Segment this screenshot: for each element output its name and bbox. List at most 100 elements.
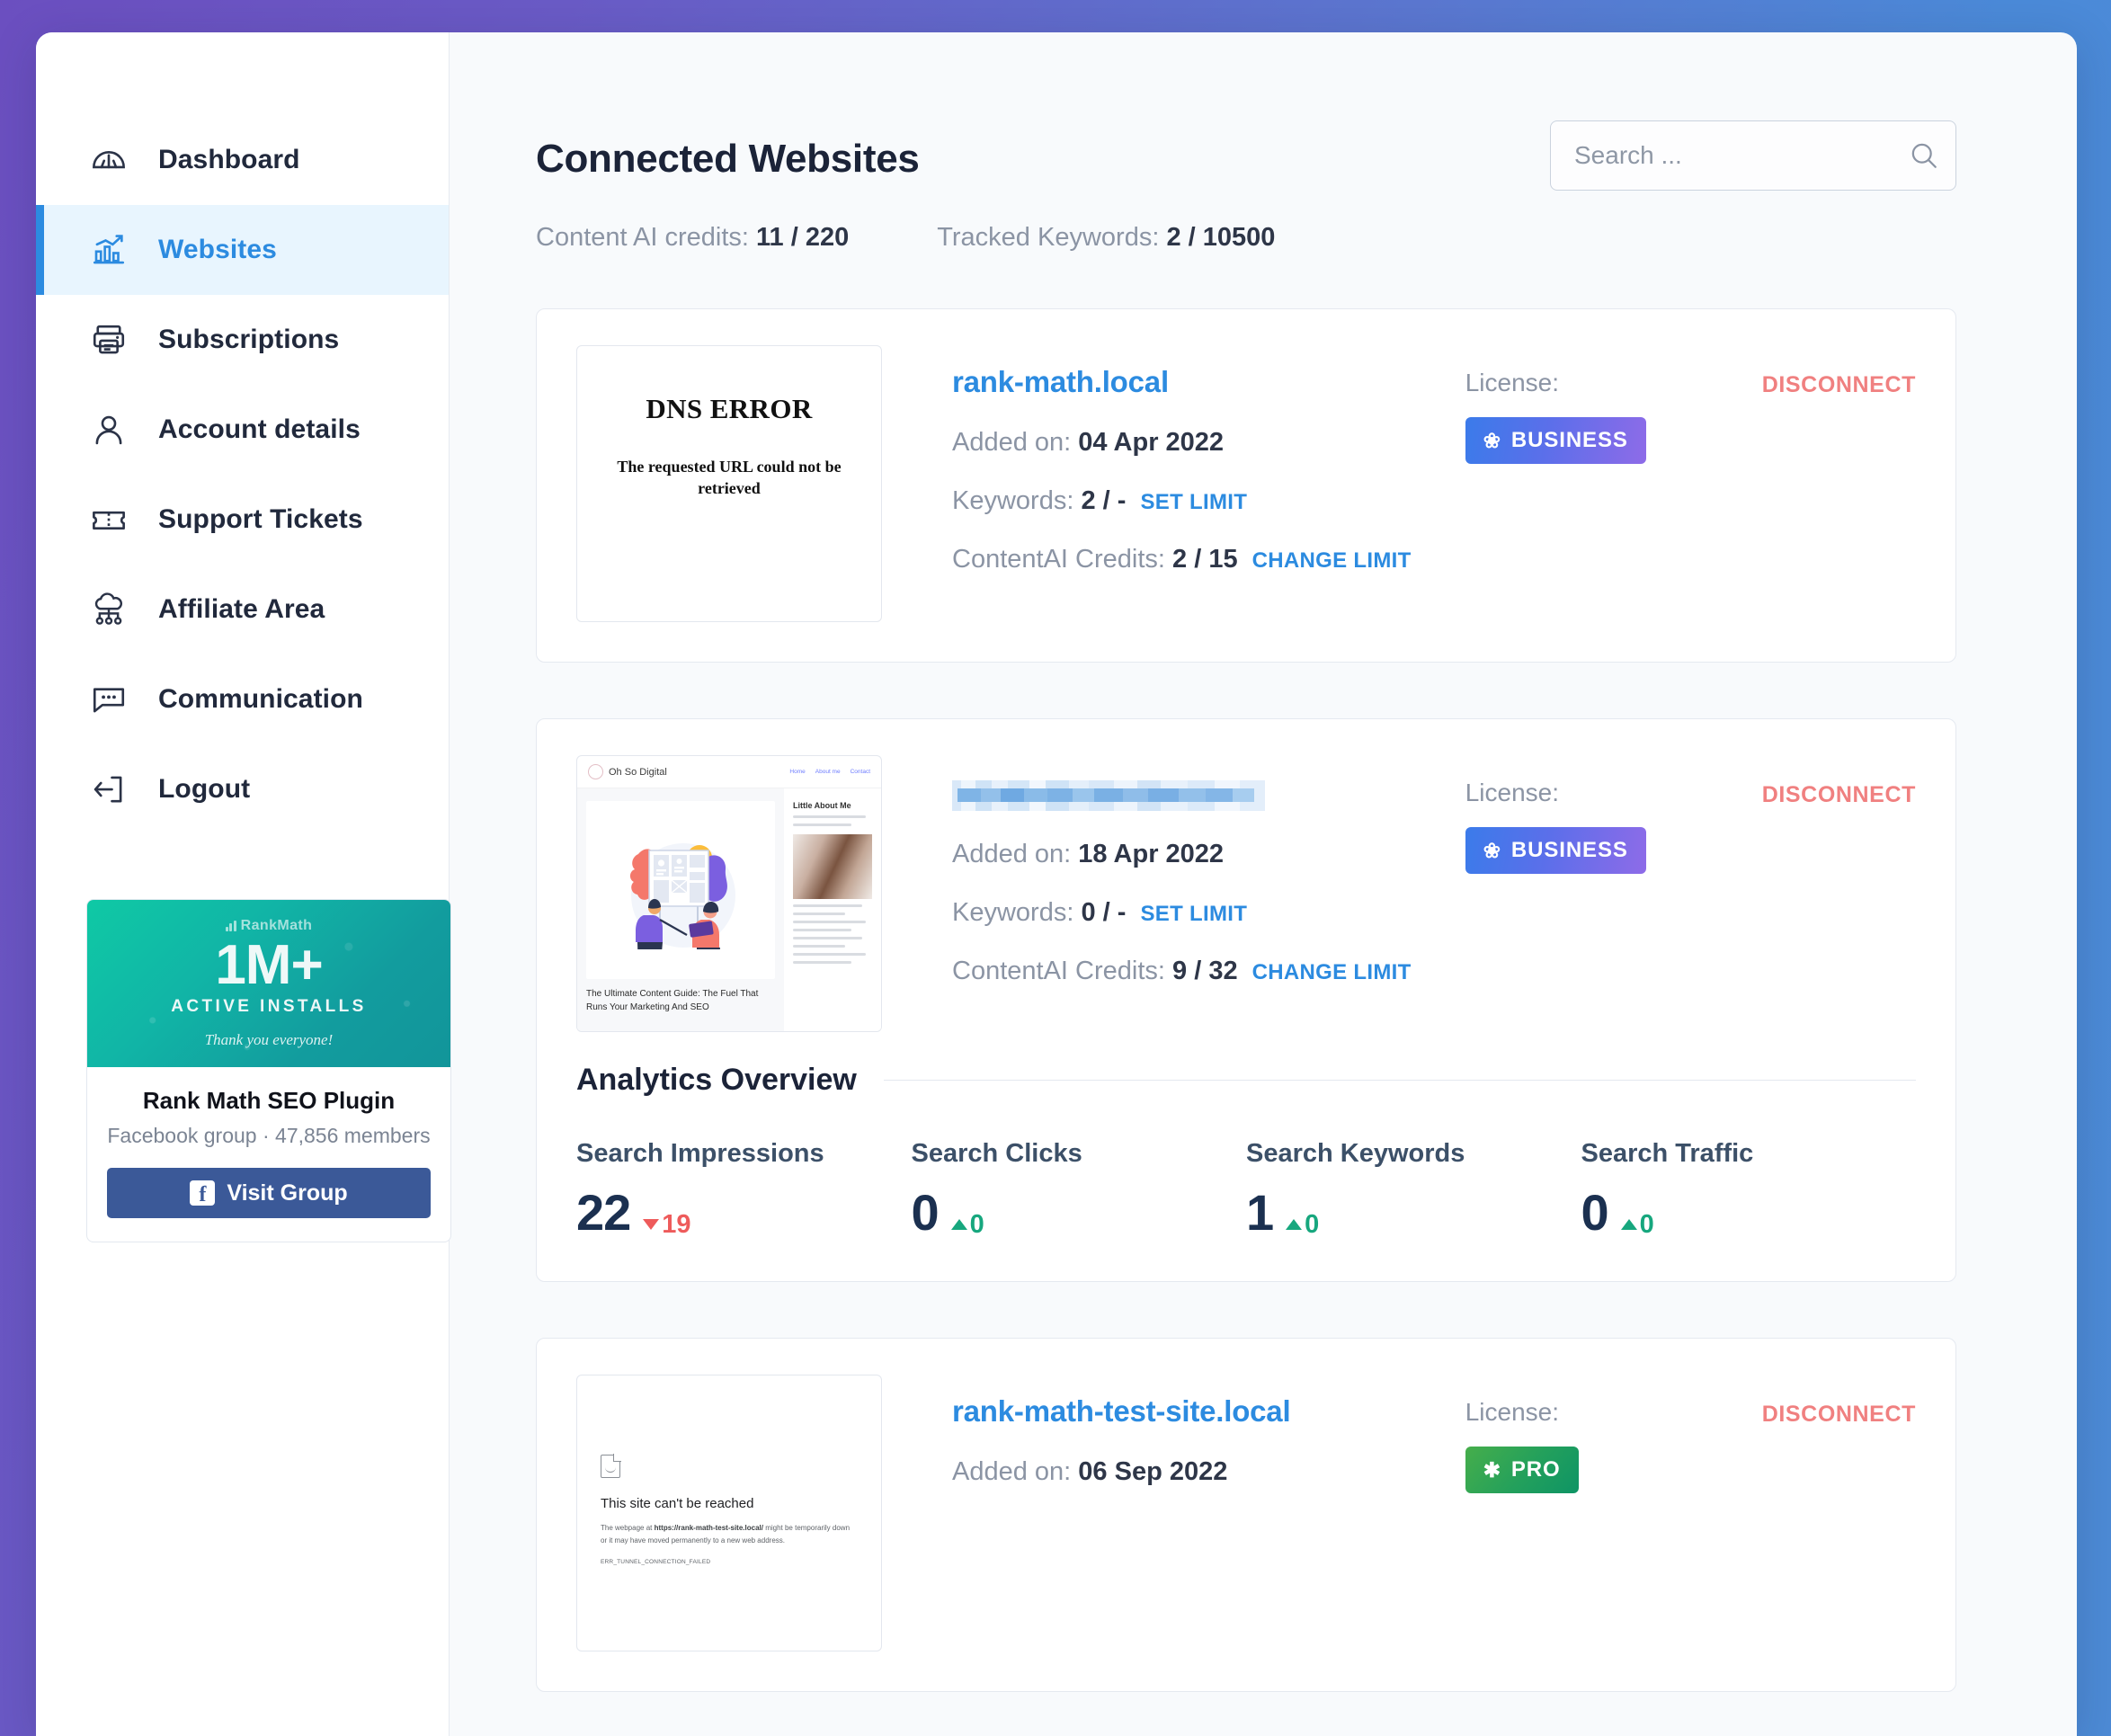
website-info: Added on: 18 Apr 2022 Keywords: 0 / - SE… <box>882 755 1465 986</box>
added-on-row: Added on: 04 Apr 2022 <box>952 428 1465 458</box>
keywords-value: 0 / - <box>1081 898 1127 927</box>
sidebar-item-subscriptions[interactable]: Subscriptions <box>36 295 449 385</box>
gauge-icon <box>90 141 128 179</box>
license-label: License: <box>1465 369 1559 396</box>
disconnect-button[interactable]: DISCONNECT <box>1762 755 1916 808</box>
thumbnail-text-line <box>793 937 863 939</box>
website-card-row: DNS ERROR The requested URL could not be… <box>576 345 1916 622</box>
search-icon[interactable] <box>1908 139 1940 172</box>
change-limit-link[interactable]: CHANGE LIMIT <box>1252 548 1412 573</box>
license-badge[interactable]: ❀ BUSINESS <box>1465 417 1646 464</box>
app-window: Dashboard Websites Subscriptions Account… <box>36 32 2077 1736</box>
website-info: rank-math-test-site.local Added on: 06 S… <box>882 1375 1465 1487</box>
license-badge-label: PRO <box>1510 1457 1561 1482</box>
thumbnail-text-line <box>793 921 866 923</box>
sidebar-item-account-details[interactable]: Account details <box>36 385 449 475</box>
stat-value: 1 <box>1246 1184 1274 1241</box>
stat-search-clicks: Search Clicks 0 0 <box>912 1139 1247 1242</box>
thumbnail-error-message: The requested URL could not be retrieved <box>617 458 842 498</box>
license-column: License: ❀ BUSINESS <box>1465 345 1762 464</box>
disconnect-button[interactable]: DISCONNECT <box>1762 345 1916 398</box>
website-card: This site can't be reached The webpage a… <box>536 1338 1956 1692</box>
triangle-up-icon <box>950 1219 967 1230</box>
license-label: License: <box>1465 779 1559 806</box>
stat-label: Search Traffic <box>1581 1139 1754 1168</box>
thumbnail-text-line <box>793 929 852 931</box>
stat-delta: 0 <box>1620 1210 1654 1240</box>
contentai-value: 2 / 15 <box>1172 545 1238 574</box>
stat-search-keywords: Search Keywords 1 0 <box>1246 1139 1581 1242</box>
sidebar: Dashboard Websites Subscriptions Account… <box>36 32 451 1736</box>
sidebar-item-label: Websites <box>158 235 277 264</box>
added-on-value: 04 Apr 2022 <box>1078 428 1225 457</box>
sidebar-item-communication[interactable]: Communication <box>36 654 449 744</box>
stat-value: 0 <box>911 1184 940 1241</box>
thumbnail-text-line <box>793 815 866 818</box>
rankmath-logo: RankMath <box>225 918 313 934</box>
sidebar-item-websites[interactable]: Websites <box>36 205 449 295</box>
network-cloud-icon <box>90 591 128 628</box>
stat-delta-value: 0 <box>969 1209 984 1239</box>
added-on-row: Added on: 06 Sep 2022 <box>952 1457 1465 1487</box>
license-badge-label: BUSINESS <box>1510 428 1628 452</box>
promo-title: Rank Math SEO Plugin <box>142 1087 396 1114</box>
search-box[interactable] <box>1550 120 1956 191</box>
rankmath-logo-mark <box>225 921 236 932</box>
thumbnail-sidebar: Little About Me <box>784 788 881 1031</box>
analytics-title: Analytics Overview <box>576 1063 857 1097</box>
thumbnail-aside-title: Little About Me <box>793 801 851 810</box>
website-card: DNS ERROR The requested URL could not be… <box>536 308 1956 663</box>
website-thumbnail[interactable]: This site can't be reached The webpage a… <box>576 1375 882 1651</box>
stat-value-row: 1 0 <box>1246 1183 1581 1242</box>
website-thumbnail[interactable]: Oh So Digital Home About me Contact The … <box>576 755 882 1032</box>
sidebar-item-label: Affiliate Area <box>158 594 325 624</box>
thumbnail-text-line <box>793 961 852 964</box>
printer-icon <box>90 321 128 359</box>
thumbnail-error-title: This site can't be reached <box>601 1496 754 1511</box>
people-presentation-illustration <box>629 843 735 949</box>
disconnect-button[interactable]: DISCONNECT <box>1762 1375 1916 1428</box>
thumbnail-aside-image <box>793 834 872 899</box>
bar-chart-up-icon <box>90 231 128 269</box>
license-badge-label: BUSINESS <box>1510 838 1628 862</box>
change-limit-link[interactable]: CHANGE LIMIT <box>1252 960 1412 984</box>
set-limit-link[interactable]: SET LIMIT <box>1140 490 1247 514</box>
thumbnail-site-main: The Ultimate Content Guide: The Fuel Tha… <box>577 788 784 1031</box>
sidebar-item-label: Communication <box>158 684 363 714</box>
sidebar-item-label: Support Tickets <box>158 504 363 534</box>
visit-group-button[interactable]: f Visit Group <box>107 1168 431 1219</box>
set-limit-link[interactable]: SET LIMIT <box>1140 902 1247 926</box>
stat-label: Search Clicks <box>911 1139 1082 1168</box>
sidebar-item-dashboard[interactable]: Dashboard <box>36 115 449 205</box>
added-on-label: Added on: <box>952 428 1072 457</box>
website-name-link[interactable]: rank-math.local <box>952 365 1465 399</box>
stat-delta-value: 19 <box>662 1209 691 1239</box>
thumbnail-hero-illustration <box>586 801 775 979</box>
website-card-row: Oh So Digital Home About me Contact The … <box>576 755 1916 1032</box>
sidebar-item-affiliate-area[interactable]: Affiliate Area <box>36 565 449 654</box>
website-name-link-redacted[interactable] <box>952 780 1265 811</box>
asterisk-icon: ✱ <box>1483 1457 1501 1482</box>
license-badge[interactable]: ✱ PRO <box>1465 1447 1579 1493</box>
stat-delta: 19 <box>643 1209 691 1240</box>
sidebar-item-logout[interactable]: Logout <box>36 744 449 834</box>
website-name-link[interactable]: rank-math-test-site.local <box>952 1394 1465 1429</box>
search-input[interactable] <box>1574 141 1899 170</box>
sidebar-item-label: Subscriptions <box>158 325 340 354</box>
sidebar-item-support-tickets[interactable]: Support Tickets <box>36 475 449 565</box>
logout-icon <box>90 770 128 808</box>
content-ai-credits: Content AI credits: 11 / 220 <box>536 223 849 253</box>
license-label: License: <box>1465 1398 1559 1426</box>
website-info: rank-math.local Added on: 04 Apr 2022 Ke… <box>882 345 1465 574</box>
thumbnail-error-url: https://rank-math-test-site.local/ <box>654 1524 763 1532</box>
promo-thanks-text: Thank you everyone! <box>204 1030 334 1048</box>
facebook-group-promo-card: RankMath 1M+ ACTIVE INSTALLS Thank you e… <box>86 899 451 1243</box>
license-column: License: ❀ BUSINESS <box>1465 755 1762 874</box>
thumbnail-nav-item: About me <box>815 769 841 775</box>
chat-bubble-icon <box>90 681 128 718</box>
thumbnail-text-line <box>793 904 863 907</box>
promo-headline: 1M+ <box>215 934 323 997</box>
license-badge[interactable]: ❀ BUSINESS <box>1465 827 1646 874</box>
website-thumbnail[interactable]: DNS ERROR The requested URL could not be… <box>576 345 882 622</box>
thumbnail-site-navbar: Oh So Digital Home About me Contact <box>577 756 881 788</box>
